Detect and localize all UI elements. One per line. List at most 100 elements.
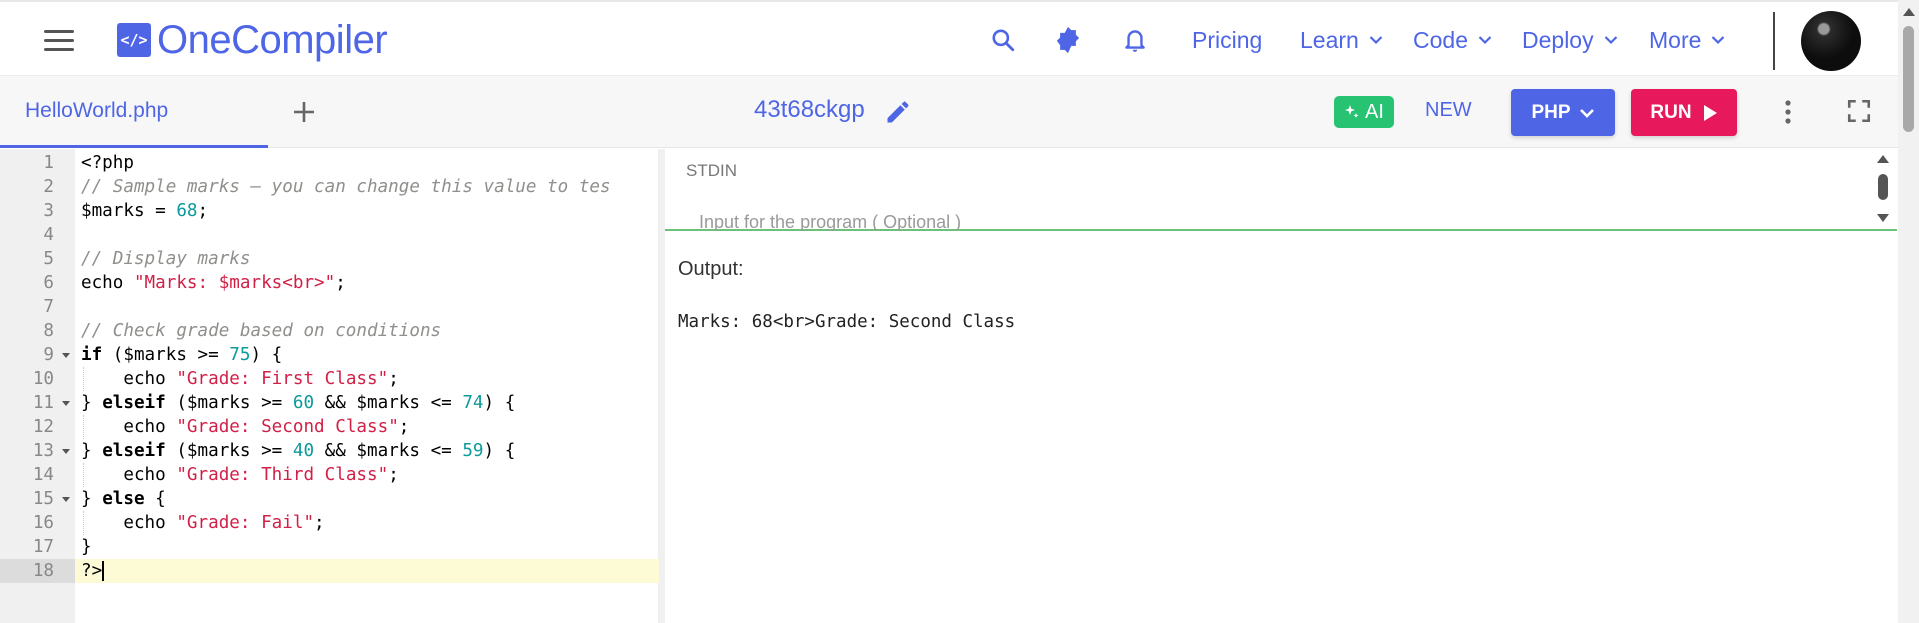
line-number: 6	[43, 273, 54, 293]
nav-learn[interactable]: Learn	[1300, 24, 1383, 56]
scroll-up-arrow-icon[interactable]	[1877, 155, 1889, 163]
code-id-title[interactable]: 43t68ckgp	[754, 96, 865, 124]
onecompiler-logo[interactable]: </> OneCompiler	[117, 17, 388, 62]
code-line[interactable]: 3 $marks = 68;	[0, 199, 659, 223]
line-number: 14	[32, 465, 54, 485]
line-number: 7	[43, 297, 54, 317]
fold-arrow-icon[interactable]	[62, 401, 70, 406]
code-line[interactable]: 18 ?>	[0, 559, 659, 583]
code-text: echo "Marks: $marks<br>";	[81, 273, 346, 293]
nav-code-label: Code	[1413, 26, 1468, 53]
ai-button[interactable]: AI	[1334, 96, 1394, 128]
code-line[interactable]: 12 echo "Grade: Second Class";	[0, 415, 659, 439]
page-scrollbar[interactable]	[1898, 0, 1919, 623]
file-tab-helloworld[interactable]: HelloWorld.php	[0, 76, 268, 148]
scroll-up-arrow-icon[interactable]	[1903, 8, 1915, 16]
code-text: // Sample marks — you can change this va…	[81, 177, 611, 197]
chevron-down-icon	[1369, 36, 1383, 45]
nav-more[interactable]: More	[1649, 24, 1725, 56]
code-line[interactable]: 15} else {	[0, 487, 659, 511]
code-text: if ($marks >= 75) {	[81, 345, 283, 365]
logo-mark: </>	[117, 23, 151, 57]
code-text: } else {	[81, 489, 166, 509]
fold-arrow-icon[interactable]	[62, 449, 70, 454]
chevron-down-icon	[1712, 36, 1725, 45]
code-text: echo "Grade: Second Class";	[81, 417, 410, 437]
chevron-down-icon	[1478, 36, 1492, 45]
logo-text: OneCompiler	[157, 17, 388, 62]
menu-icon[interactable]	[44, 30, 74, 52]
language-label: PHP	[1531, 101, 1571, 123]
add-file-icon[interactable]	[290, 98, 318, 126]
edit-pencil-icon[interactable]	[884, 98, 912, 126]
nav-divider	[1773, 12, 1775, 70]
run-button[interactable]: RUN	[1631, 89, 1737, 136]
code-text: <?php	[81, 153, 134, 173]
stdin-label: STDIN	[686, 161, 737, 180]
code-line[interactable]: 10 echo "Grade: First Class";	[0, 367, 659, 391]
line-number: 3	[43, 201, 54, 221]
file-tab-label: HelloWorld.php	[25, 98, 169, 122]
code-line[interactable]: 13} elseif ($marks >= 40 && $marks <= 59…	[0, 439, 659, 463]
scroll-down-arrow-icon[interactable]	[1877, 214, 1889, 222]
nav-pricing[interactable]: Pricing	[1192, 24, 1262, 56]
code-line[interactable]: 17}	[0, 535, 659, 559]
code-text: } elseif ($marks >= 40 && $marks <= 59) …	[81, 441, 516, 461]
code-text: }	[81, 537, 92, 557]
text-cursor	[102, 561, 105, 581]
output-panel: Output: Marks: 68<br>Grade: Second Class	[665, 233, 1897, 623]
fold-arrow-icon[interactable]	[62, 497, 70, 502]
code-text: echo "Grade: Third Class";	[81, 465, 399, 485]
code-line[interactable]: 14 echo "Grade: Third Class";	[0, 463, 659, 487]
output-text: Marks: 68<br>Grade: Second Class	[678, 312, 1016, 332]
scrollbar-thumb[interactable]	[1903, 26, 1914, 132]
nav-pricing-label: Pricing	[1192, 26, 1263, 53]
code-line[interactable]: 4	[0, 223, 659, 247]
notification-bell-icon[interactable]	[1119, 24, 1151, 56]
code-text: // Display marks	[81, 249, 251, 269]
code-line[interactable]: 9 if ($marks >= 75) {	[0, 343, 659, 367]
code-line[interactable]: 2 // Sample marks — you can change this v…	[0, 175, 659, 199]
code-text: // Check grade based on conditions	[81, 321, 442, 341]
theme-toggle-icon[interactable]	[1052, 24, 1084, 56]
fullscreen-icon[interactable]	[1846, 98, 1874, 126]
run-button-label: RUN	[1650, 101, 1692, 123]
line-number: 1	[43, 153, 54, 173]
stdin-panel: STDIN	[665, 149, 1897, 231]
new-button[interactable]: NEW	[1425, 99, 1472, 122]
code-line[interactable]: 8 // Check grade based on conditions	[0, 319, 659, 343]
ai-button-label: AI	[1365, 100, 1384, 123]
editor-toolbar: HelloWorld.php 43t68ckgp AI NEW PHP RUN	[0, 76, 1898, 148]
nav-deploy[interactable]: Deploy	[1522, 24, 1618, 56]
line-number: 12	[32, 417, 54, 437]
code-text: echo "Grade: First Class";	[81, 369, 399, 389]
line-number: 10	[32, 369, 54, 389]
code-line[interactable]: 1 <?php	[0, 151, 659, 175]
search-icon[interactable]	[987, 24, 1019, 56]
more-options-icon[interactable]	[1778, 98, 1798, 126]
code-line[interactable]: 5 // Display marks	[0, 247, 659, 271]
code-line[interactable]: 6 echo "Marks: $marks<br>";	[0, 271, 659, 295]
top-navbar: </> OneCompiler Pricing Learn Code Deplo…	[0, 0, 1898, 76]
code-line[interactable]: 11} elseif ($marks >= 60 && $marks <= 74…	[0, 391, 659, 415]
line-number: 4	[43, 225, 54, 245]
chevron-down-icon	[1579, 108, 1594, 118]
stdin-scrollbar[interactable]	[1875, 153, 1891, 225]
line-number: 17	[32, 537, 54, 557]
code-line[interactable]: 16 echo "Grade: Fail";	[0, 511, 659, 535]
chevron-down-icon	[1604, 36, 1617, 45]
language-select-button[interactable]: PHP	[1511, 89, 1615, 136]
code-text: } elseif ($marks >= 60 && $marks <= 74) …	[81, 393, 516, 413]
play-icon	[1703, 104, 1717, 121]
stdin-input[interactable]	[699, 213, 1839, 231]
user-avatar[interactable]	[1801, 11, 1861, 71]
stdin-scrollbar-thumb[interactable]	[1878, 174, 1888, 200]
line-number: 16	[32, 513, 54, 533]
nav-learn-label: Learn	[1300, 26, 1359, 53]
code-editor[interactable]: 1 <?php 2 // Sample marks — you can change …	[0, 149, 659, 623]
nav-deploy-label: Deploy	[1522, 26, 1594, 53]
code-line[interactable]: 7	[0, 295, 659, 319]
fold-arrow-icon[interactable]	[62, 353, 70, 358]
code-text: echo "Grade: Fail";	[81, 513, 325, 533]
nav-code[interactable]: Code	[1413, 24, 1492, 56]
